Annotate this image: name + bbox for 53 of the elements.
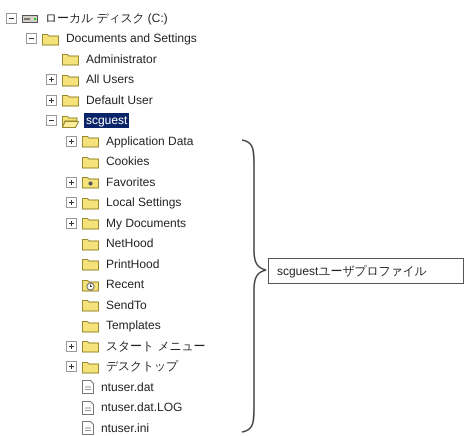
tree-item[interactable]: Default User — [84, 92, 155, 108]
folder-icon — [82, 257, 99, 272]
folder-icon — [62, 114, 79, 128]
folder-icon — [82, 298, 99, 312]
expand-icon[interactable] — [66, 176, 77, 188]
folder-icon — [82, 318, 99, 333]
expand-icon[interactable] — [66, 197, 77, 208]
tree-item[interactable]: デスクトップ — [104, 359, 180, 374]
tree-item[interactable]: Favorites — [104, 174, 158, 190]
tree-item[interactable]: Administrator — [84, 52, 159, 67]
tree-item[interactable]: Recent — [104, 277, 146, 292]
folder-icon — [62, 52, 79, 66]
tree-item[interactable]: All Users — [84, 72, 136, 88]
callout-text: scguestユーザプロファイル — [277, 263, 426, 280]
folder-icon — [42, 32, 59, 46]
folder-icon — [62, 93, 79, 108]
tree-item[interactable]: Local Settings — [104, 195, 184, 210]
folder-icon — [82, 339, 99, 354]
collapse-icon[interactable] — [46, 115, 57, 126]
expand-icon[interactable] — [66, 136, 77, 147]
folder-icon — [82, 154, 99, 169]
expand-icon[interactable] — [46, 94, 57, 106]
tree-item[interactable]: ローカル ディスク (C:) — [43, 10, 170, 26]
folder-icon — [82, 216, 99, 230]
file-icon — [82, 400, 94, 415]
expand-icon[interactable] — [66, 340, 77, 352]
tree-item[interactable]: Application Data — [104, 134, 196, 149]
tree-item[interactable]: スタート メニュー — [104, 338, 208, 354]
collapse-icon[interactable] — [6, 12, 17, 24]
expand-icon[interactable] — [66, 218, 77, 229]
folder-clock-icon — [82, 278, 99, 292]
tree-item[interactable]: scguest — [84, 113, 130, 128]
file-icon — [82, 380, 94, 394]
folder-icon — [62, 72, 79, 87]
tree-item[interactable]: Documents and Settings — [64, 31, 199, 46]
tree-item[interactable]: ntuser.dat — [99, 380, 156, 395]
tree-item[interactable]: SendTo — [104, 298, 149, 313]
tree-item[interactable]: NetHood — [104, 236, 156, 252]
drive-icon — [22, 12, 38, 24]
folder-icon — [82, 360, 99, 374]
expand-icon[interactable] — [66, 361, 77, 372]
tree-item[interactable]: PrintHood — [104, 256, 162, 272]
folder-icon — [82, 196, 99, 210]
folder-icon — [82, 134, 99, 148]
tree-item[interactable]: Templates — [104, 318, 163, 334]
tree-item[interactable]: ntuser.ini — [99, 420, 152, 436]
tree-item[interactable]: My Documents — [104, 216, 188, 231]
folder-star-icon — [82, 175, 99, 190]
expand-icon[interactable] — [46, 74, 57, 86]
tree-item[interactable]: Cookies — [104, 154, 152, 170]
tree-item[interactable]: ntuser.dat.LOG — [99, 400, 184, 416]
collapse-icon[interactable] — [26, 33, 37, 44]
folder-icon — [82, 236, 99, 251]
